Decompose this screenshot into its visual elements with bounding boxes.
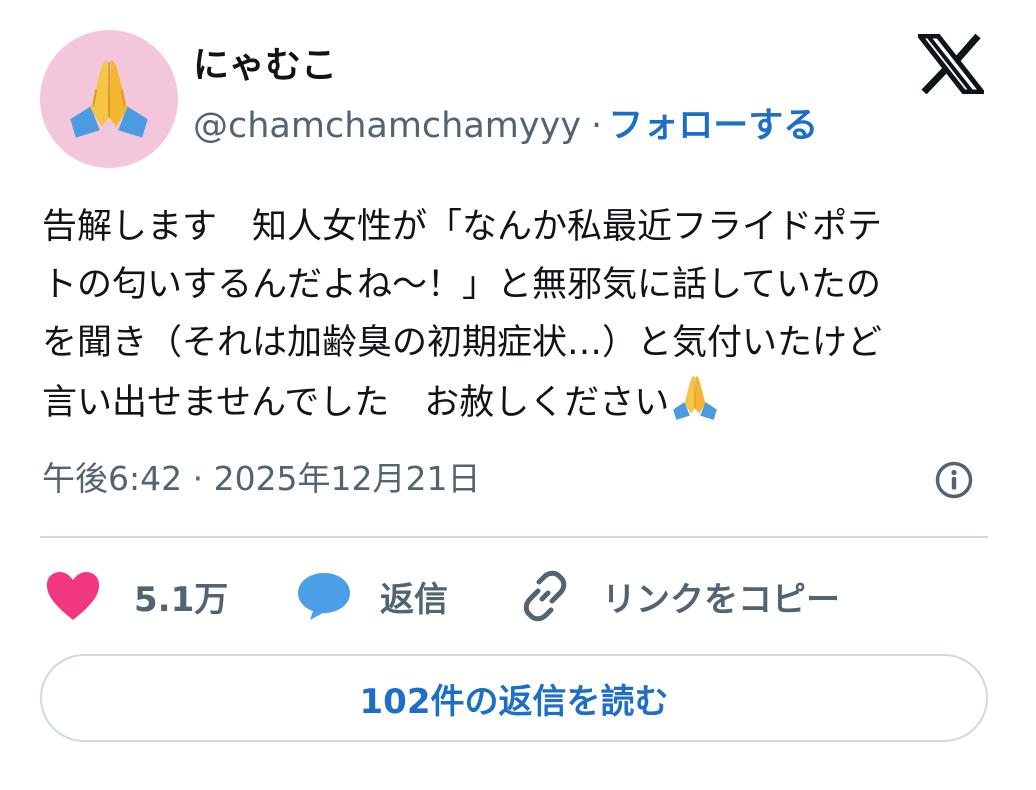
separator-dot: ·: [591, 106, 603, 146]
tweet-text-line: 告解します 知人女性が「なんか私最近フライドポテ: [42, 207, 883, 247]
tweet-text-line: 言い出せませんでした お赦しください: [42, 383, 670, 423]
read-replies-button[interactable]: 102件の返信を読む: [40, 654, 988, 742]
reply-button[interactable]: 返信: [296, 566, 448, 626]
avatar[interactable]: [40, 30, 178, 168]
divider: [40, 536, 988, 538]
tweet-timestamp[interactable]: 午後6:42 · 2025年12月21日: [42, 455, 481, 503]
x-logo-icon[interactable]: [918, 34, 984, 94]
info-icon[interactable]: [934, 460, 974, 500]
tweet-text: 告解します 知人女性が「なんか私最近フライドポテ トの匂いするんだよね〜！」と無…: [42, 198, 992, 432]
handle-row: @chamchamchamyyy · フォローする: [193, 102, 818, 150]
action-bar: 5.1万 返信 リンクをコピー: [40, 566, 988, 626]
tweet-text-line-last: 言い出せませんでした お赦しください: [42, 372, 992, 432]
tweet-embed-card: にゃむこ @chamchamchamyyy · フォローする 告解します 知人女性が…: [0, 0, 1036, 790]
heart-icon: [46, 572, 100, 620]
reply-label: 返信: [380, 579, 448, 620]
copy-link-label: リンクをコピー: [602, 579, 840, 620]
speech-bubble-icon: [298, 573, 350, 620]
like-button[interactable]: 5.1万: [44, 566, 228, 626]
copy-link-button[interactable]: リンクをコピー: [518, 566, 840, 626]
display-name[interactable]: にゃむこ: [193, 42, 337, 90]
link-icon: [523, 570, 567, 622]
like-count: 5.1万: [134, 579, 229, 620]
user-handle[interactable]: @chamchamchamyyy: [193, 106, 581, 146]
follow-button[interactable]: フォローする: [608, 106, 818, 146]
folded-hands-icon: [70, 60, 148, 138]
tweet-text-line: トの匂いするんだよね〜！」と無邪気に話していたの: [42, 265, 881, 305]
folded-hands-icon: [673, 376, 718, 420]
tweet-text-line: を聞き（それは加齢臭の初期症状…）と気付いたけど: [42, 323, 883, 363]
